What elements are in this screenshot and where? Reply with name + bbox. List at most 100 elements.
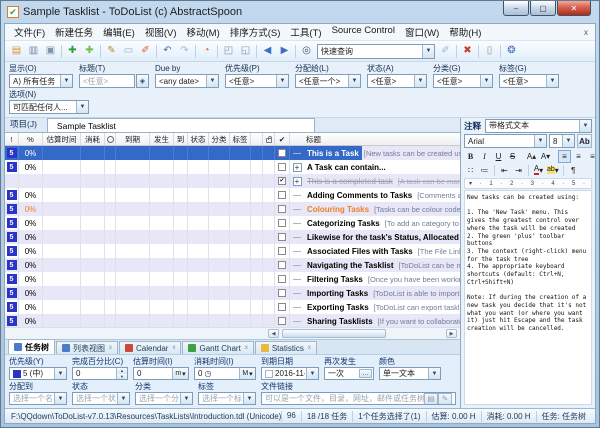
chevron-down-icon[interactable]: ▼	[480, 75, 492, 87]
done-checkbox[interactable]: ✔	[278, 177, 286, 185]
column-header-估算时间[interactable]: 估算时间	[43, 133, 81, 145]
done-checkbox[interactable]	[278, 191, 286, 199]
column-header-标题[interactable]: 标题	[290, 133, 460, 145]
column-header-✔[interactable]: ✔	[275, 133, 290, 145]
menu-item[interactable]: 窗口(W)	[400, 24, 444, 40]
chevron-down-icon[interactable]: ▼	[546, 75, 558, 87]
attr-editor[interactable]: 0m▾	[133, 367, 189, 380]
filter-combobox-8[interactable]: <任意>▼	[499, 74, 559, 88]
menu-item[interactable]: 移动(M)	[182, 24, 225, 40]
column-header-clock[interactable]	[105, 133, 116, 145]
task-row[interactable]: 50%Exporting Tasks[ToDoList can export t…	[5, 300, 460, 314]
prev-task-icon[interactable]: ◀	[259, 43, 276, 60]
column-header-消耗[interactable]: 消耗	[81, 133, 105, 145]
task-row[interactable]: ✔+This is a completed task[A task can be…	[5, 174, 460, 188]
filter-combobox-6[interactable]: <任意>▼	[367, 74, 427, 88]
strikethrough-button[interactable]: S	[506, 150, 519, 163]
attr-editor[interactable]: 2016-11-04▼	[261, 367, 319, 380]
align-left-button[interactable]: ≡	[558, 150, 571, 163]
title-filter-options-button[interactable]: ◈	[136, 74, 149, 88]
scrollbar-thumb[interactable]	[282, 329, 386, 338]
tab-statistics[interactable]: Statisticsx	[255, 341, 317, 354]
menubar-close-icon[interactable]: x	[581, 28, 591, 37]
task-row[interactable]: 50%Importing Tasks[ToDoList is able to i…	[5, 286, 460, 300]
undo-icon[interactable]: ↶	[159, 43, 176, 60]
column-header-到期[interactable]: 到期	[116, 133, 150, 145]
menu-item[interactable]: 视图(V)	[140, 24, 182, 40]
done-checkbox[interactable]	[278, 261, 286, 269]
tab-calendar[interactable]: Calendarx	[119, 341, 181, 354]
spinner-buttons[interactable]: ▲▼	[116, 368, 127, 379]
tab-close-icon[interactable]: x	[245, 345, 248, 351]
tab-列表视图[interactable]: 列表视图x	[56, 341, 118, 354]
attr-editor[interactable]: 选择一个分类▼	[135, 392, 193, 405]
copy-task-icon[interactable]: ▣	[42, 43, 59, 60]
done-checkbox[interactable]	[278, 205, 286, 213]
task-row[interactable]: 50%Colouring Tasks[Tasks can be colour c…	[5, 202, 460, 216]
column-header-状态[interactable]: 状态	[188, 133, 209, 145]
paragraph-button[interactable]: ¶	[567, 164, 580, 177]
task-row[interactable]: 50%Associated Files with Tasks[The File …	[5, 244, 460, 258]
time-tracking-icon[interactable]: ◔	[198, 43, 215, 60]
attr-editor[interactable]: 5 (中)▼	[9, 367, 67, 380]
attr-editor[interactable]: 一次…	[324, 367, 374, 380]
menu-item[interactable]: Source Control	[327, 24, 400, 40]
task-row[interactable]: 50%Filtering Tasks[Once you have been wo…	[5, 272, 460, 286]
tab-gantt-chart[interactable]: Gantt Chartx	[182, 341, 253, 354]
menu-item[interactable]: 编辑(E)	[98, 24, 140, 40]
task-row[interactable]: 50%Adding Comments to Tasks[Comments are…	[5, 188, 460, 202]
menu-item[interactable]: 文件(F)	[9, 24, 50, 40]
column-header-发生[interactable]: 发生	[150, 133, 174, 145]
done-checkbox[interactable]	[278, 247, 286, 255]
outdent-button[interactable]: ⇤	[498, 164, 511, 177]
filter-combobox-1[interactable]: A) 所有任务▼	[9, 74, 73, 88]
column-header-标签[interactable]: 标签	[230, 133, 251, 145]
open-tasklist-icon[interactable]: ▤	[8, 43, 25, 60]
filter-combobox-2[interactable]: <任意>	[79, 74, 135, 88]
chevron-down-icon[interactable]: ▼	[348, 75, 360, 87]
column-header-到[interactable]: 到	[174, 133, 188, 145]
font-dialog-button[interactable]: Ab	[577, 134, 592, 148]
menu-item[interactable]: 工具(T)	[285, 24, 326, 40]
done-checkbox[interactable]	[278, 149, 286, 157]
font-color-button[interactable]: A▾	[532, 164, 545, 177]
attr-editor[interactable]: 0◷M▾	[194, 367, 256, 380]
edit-filelink-icon[interactable]: ✎	[438, 393, 452, 405]
filter-combobox-7[interactable]: <任意>▼	[433, 74, 493, 88]
time-unit-button[interactable]: M▾	[239, 368, 255, 379]
quick-find-combobox[interactable]: 快速查询 ▼	[317, 44, 435, 59]
new-task-icon[interactable]: ✚	[64, 43, 81, 60]
edit-title-icon[interactable]: ✎	[103, 43, 120, 60]
underline-button[interactable]: U	[492, 150, 505, 163]
shrink-font-button[interactable]: A▾	[539, 150, 552, 163]
chevron-down-icon[interactable]: ▼	[54, 393, 66, 404]
column-header-![interactable]: !	[5, 133, 19, 145]
recurrence-options-button[interactable]: …	[359, 369, 372, 378]
clock-icon[interactable]: ◷	[204, 369, 211, 378]
italic-button[interactable]: I	[478, 150, 491, 163]
chevron-down-icon[interactable]: ▼	[180, 393, 192, 404]
date-checkbox[interactable]	[265, 370, 273, 378]
chevron-down-icon[interactable]: ▼	[206, 75, 218, 87]
maximize-tasklist-icon[interactable]: ◰	[220, 43, 237, 60]
done-checkbox[interactable]	[278, 233, 286, 241]
bullet-list-button[interactable]: ∷	[464, 164, 477, 177]
scroll-right-arrow[interactable]: ▶	[446, 329, 457, 338]
bold-button[interactable]: B	[464, 150, 477, 163]
preferences-icon[interactable]: ❂	[503, 43, 520, 60]
font-name-combobox[interactable]: Arial ▼	[464, 134, 547, 148]
maximize-button[interactable]: ▢	[530, 1, 556, 16]
done-checkbox[interactable]	[278, 303, 286, 311]
minimize-button[interactable]: –	[503, 1, 529, 16]
attr-editor[interactable]: 选择一个状态▼	[72, 392, 130, 405]
done-checkbox[interactable]	[278, 289, 286, 297]
expander[interactable]: +	[290, 160, 304, 174]
next-task-icon[interactable]: ▶	[276, 43, 293, 60]
task-row[interactable]: 50%Likewise for the task's Status, Alloc…	[5, 230, 460, 244]
indent-button[interactable]: ⇥	[512, 164, 525, 177]
chevron-down-icon[interactable]: ▼	[276, 75, 288, 87]
column-header-%[interactable]: %	[19, 133, 43, 145]
highlight-button[interactable]: ab▾	[546, 164, 560, 177]
tab-任务树[interactable]: 任务树	[8, 339, 55, 354]
filter-combobox-5[interactable]: <任意一个>▼	[295, 74, 361, 88]
